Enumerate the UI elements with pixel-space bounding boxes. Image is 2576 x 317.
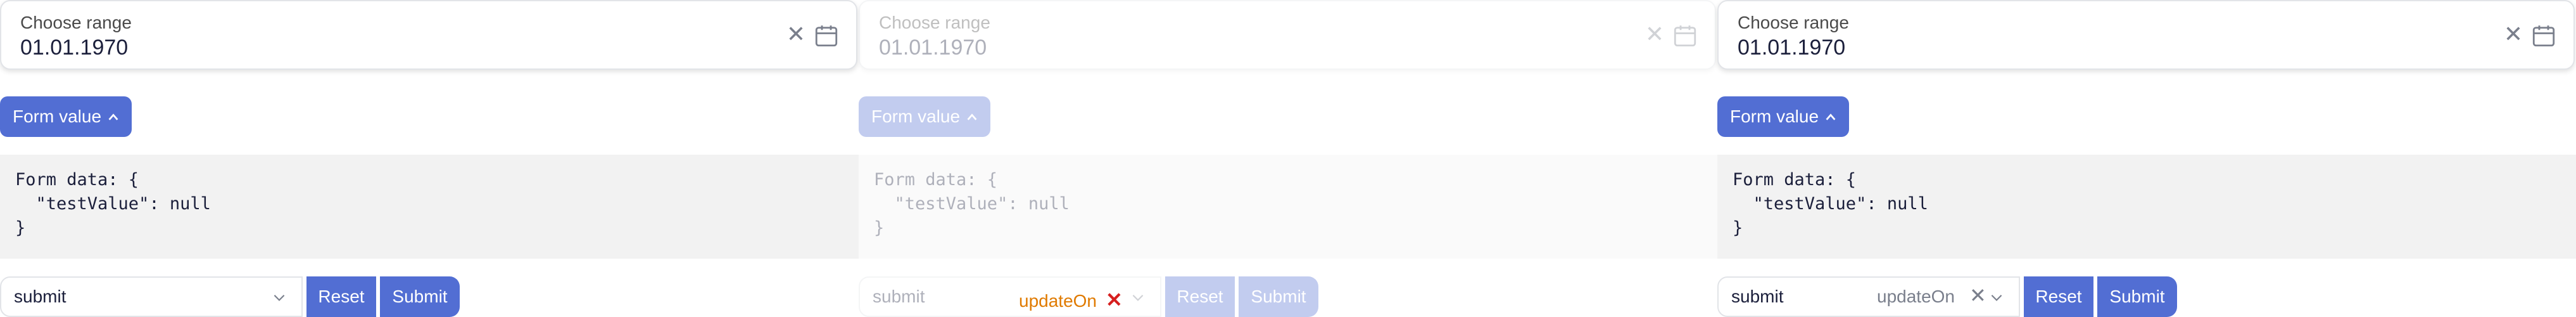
- range-input[interactable]: Choose range 01.01.1970 ✕: [0, 0, 857, 70]
- select-value: submit: [873, 287, 925, 306]
- update-on-label: updateOn: [1877, 287, 1955, 306]
- clear-icon[interactable]: ✕: [786, 23, 805, 46]
- range-label: Choose range: [1738, 13, 1849, 32]
- code-line: "testValue": null: [1733, 194, 1928, 214]
- code-line: }: [874, 218, 885, 238]
- range-value: 01.01.1970: [879, 36, 987, 60]
- calendar-icon: [1674, 25, 1696, 47]
- range-input[interactable]: Choose range 01.01.1970 ✕: [1717, 0, 2575, 70]
- form-data-code-block: Form data: { "testValue": null }: [859, 155, 1717, 259]
- range-input: Choose range 01.01.1970 ✕: [859, 0, 1716, 70]
- range-value: 01.01.1970: [20, 36, 129, 60]
- update-on-select[interactable]: submit updateOn ✕: [1717, 276, 2020, 317]
- range-label: Choose range: [20, 13, 132, 32]
- code-line: Form data: {: [15, 170, 139, 190]
- close-icon[interactable]: ✕: [1969, 285, 1986, 306]
- chevron-up-icon: [108, 113, 118, 120]
- close-icon[interactable]: ✕: [1106, 288, 1123, 311]
- form-value-toggle-button: Form value: [859, 96, 990, 137]
- code-line: "testValue": null: [874, 194, 1070, 214]
- form-data-code-block: Form data: { "testValue": null }: [0, 155, 859, 259]
- clear-icon[interactable]: ✕: [2504, 23, 2523, 46]
- reset-button[interactable]: Reset: [306, 276, 376, 317]
- chevron-down-icon: [1132, 294, 1144, 301]
- chevron-up-icon: [967, 113, 977, 120]
- update-on-label: updateOn: [1019, 291, 1097, 311]
- reset-button: Reset: [1165, 276, 1235, 317]
- submit-button: Submit: [1239, 276, 1318, 317]
- code-line: Form data: {: [874, 170, 998, 190]
- code-line: "testValue": null: [15, 194, 211, 214]
- form-data-code-block: Form data: { "testValue": null }: [1717, 155, 2576, 259]
- calendar-icon[interactable]: [2530, 22, 2557, 49]
- form-value-label: Form value: [871, 107, 961, 126]
- chevron-up-icon: [1826, 113, 1836, 120]
- reset-button[interactable]: Reset: [2024, 276, 2093, 317]
- range-label: Choose range: [879, 13, 990, 32]
- range-value: 01.01.1970: [1738, 36, 1846, 60]
- select-value: submit: [1731, 287, 1784, 306]
- demo-column-3: Choose range 01.01.1970 ✕ Form value For…: [1717, 0, 2576, 317]
- form-value-toggle-button[interactable]: Form value: [0, 96, 132, 137]
- code-line: }: [1733, 218, 1743, 238]
- demo-column-1: Choose range 01.01.1970 ✕ Form value For…: [0, 0, 859, 317]
- submit-button[interactable]: Submit: [2097, 276, 2177, 317]
- demo-column-2: Choose range 01.01.1970 ✕ Form value For…: [859, 0, 1717, 317]
- select-value: submit: [14, 287, 66, 306]
- chevron-down-icon[interactable]: [1988, 289, 2005, 306]
- chevron-down-icon[interactable]: [271, 289, 287, 306]
- form-value-toggle-button[interactable]: Form value: [1717, 96, 1849, 137]
- calendar-icon[interactable]: [813, 22, 840, 49]
- form-value-label: Form value: [1730, 107, 1819, 126]
- update-on-select[interactable]: submit: [0, 276, 303, 317]
- code-line: }: [15, 218, 26, 238]
- clear-icon: ✕: [1645, 21, 1664, 47]
- code-line: Form data: {: [1733, 170, 1857, 190]
- form-value-label: Form value: [13, 107, 102, 126]
- submit-button[interactable]: Submit: [380, 276, 460, 317]
- update-on-chip: updateOn ✕: [1019, 288, 1123, 312]
